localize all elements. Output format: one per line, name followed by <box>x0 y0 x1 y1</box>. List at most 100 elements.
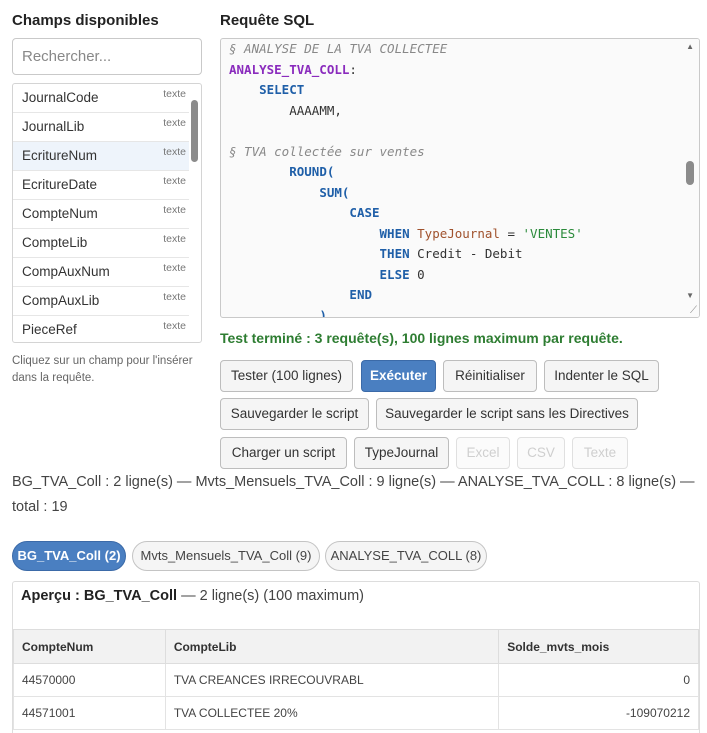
code-token: 'VENTES' <box>522 225 583 241</box>
field-name: CompteLib <box>22 235 88 250</box>
code-token: § ANALYSE DE LA TVA COLLECTEE <box>229 41 448 56</box>
code-line: § TVA collectée sur ventes <box>229 142 583 163</box>
table-header-row: CompteNum CompteLib Solde_mvts_mois <box>13 629 699 664</box>
code-token: ELSE <box>379 266 410 282</box>
code-line: AAAAMM, <box>229 101 583 122</box>
sql-code[interactable]: § ANALYSE DE LA TVA COLLECTEE ANALYSE_TVA… <box>229 39 583 318</box>
field-name: CompAuxLib <box>22 293 100 308</box>
preview-count: — 2 ligne(s) (100 maximum) <box>177 588 364 604</box>
scroll-down-icon[interactable]: ▼ <box>686 291 694 300</box>
status-message: Test terminé : 3 requête(s), 100 lignes … <box>220 330 623 346</box>
field-item[interactable]: PieceRef texte <box>13 316 189 342</box>
save-script-no-directives-button[interactable]: Sauvegarder le script sans les Directive… <box>376 398 638 430</box>
field-type: texte <box>163 291 186 303</box>
result-tab-analyse-tva-coll[interactable]: ANALYSE_TVA_COLL (8) <box>325 541 487 571</box>
save-script-button[interactable]: Sauvegarder le script <box>220 398 369 430</box>
export-text-button[interactable]: Texte <box>572 437 628 469</box>
field-type: texte <box>163 233 186 245</box>
code-token: : <box>349 61 357 77</box>
code-token: Credit - Debit <box>409 246 523 261</box>
execute-button[interactable]: Exécuter <box>361 360 436 392</box>
code-line: ROUND( <box>229 162 583 183</box>
field-type: texte <box>163 204 186 216</box>
reset-button[interactable]: Réinitialiser <box>443 360 537 392</box>
field-name: JournalLib <box>22 119 85 134</box>
code-token: ANALYSE_TVA_COLL <box>229 61 350 77</box>
table-cell: 44570000 <box>13 663 166 697</box>
editor-scrollbar[interactable]: ▲ ▼ <box>681 39 699 317</box>
table-cell: TVA COLLECTEE 20% <box>164 696 500 730</box>
field-name: PieceRef <box>22 322 77 337</box>
preview-panel: Aperçu : BG_TVA_Coll — 2 ligne(s) (100 m… <box>12 581 700 733</box>
field-type: texte <box>163 262 186 274</box>
code-token: SELECT <box>259 82 305 97</box>
test-button[interactable]: Tester (100 lignes) <box>220 360 353 392</box>
column-header[interactable]: Solde_mvts_mois <box>498 629 699 664</box>
table-cell: -109070212 <box>498 696 699 730</box>
code-line: CASE <box>229 203 583 224</box>
code-token: TypeJournal <box>417 225 500 241</box>
preview-prefix: Aperçu : <box>21 588 84 604</box>
resize-handle-icon[interactable]: ⟋ <box>690 305 697 316</box>
indent-sql-button[interactable]: Indenter le SQL <box>544 360 659 392</box>
code-line: § ANALYSE DE LA TVA COLLECTEE <box>229 39 583 60</box>
results-summary: BG_TVA_Coll : 2 ligne(s) — Mvts_Mensuels… <box>12 474 695 515</box>
fields-list: JournalCode texte JournalLib texte Ecritur… <box>12 83 202 343</box>
table-cell: 0 <box>498 663 699 697</box>
field-name: CompteNum <box>22 206 98 221</box>
typejournal-button[interactable]: TypeJournal <box>354 437 449 469</box>
field-name: EcritureNum <box>22 148 98 163</box>
code-line: ANALYSE_TVA_COLL: <box>229 60 583 81</box>
code-token: WHEN <box>379 225 410 241</box>
preview-table: CompteNum CompteLib Solde_mvts_mois 4457… <box>13 629 699 730</box>
code-token: § TVA collectée sur ventes <box>229 143 425 159</box>
table-cell: 44571001 <box>13 696 166 730</box>
code-line: WHEN TypeJournal = 'VENTES' <box>229 224 583 245</box>
code-token: ROUND( <box>289 164 335 179</box>
code-token: SUM( <box>319 184 350 200</box>
field-name: CompAuxNum <box>22 264 110 279</box>
field-name: JournalCode <box>22 90 99 105</box>
code-token: ), <box>319 307 335 318</box>
code-line: THEN Credit - Debit <box>229 244 583 265</box>
field-type: texte <box>163 117 186 129</box>
export-excel-button[interactable]: Excel <box>456 437 510 469</box>
fields-hint: Cliquez sur un champ pour l'insérer dans… <box>12 355 193 384</box>
result-tab-bg-tva-coll[interactable]: BG_TVA_Coll (2) <box>12 541 126 571</box>
fields-scrollbar[interactable] <box>191 100 198 162</box>
load-script-button[interactable]: Charger un script <box>220 437 347 469</box>
field-type: texte <box>163 175 186 187</box>
fields-panel-title: Champs disponibles <box>12 12 159 29</box>
field-type: texte <box>163 88 186 100</box>
code-token: CASE <box>349 205 380 220</box>
sql-editor[interactable]: § ANALYSE DE LA TVA COLLECTEE ANALYSE_TVA… <box>220 38 700 318</box>
preview-title: Aperçu : BG_TVA_Coll — 2 ligne(s) (100 m… <box>21 588 364 604</box>
result-tab-mvts-mensuels[interactable]: Mvts_Mensuels_TVA_Coll (9) <box>132 541 320 571</box>
editor-scroll-thumb[interactable] <box>686 161 694 185</box>
code-token: THEN <box>379 246 410 261</box>
code-token: AAAAMM, <box>289 102 342 118</box>
code-line: ), <box>229 306 583 318</box>
column-header[interactable]: CompteNum <box>13 629 166 664</box>
export-csv-button[interactable]: CSV <box>517 437 565 469</box>
code-token: END <box>349 287 372 302</box>
scroll-up-icon[interactable]: ▲ <box>686 42 694 51</box>
column-header[interactable]: CompteLib <box>164 629 500 664</box>
code-line: SELECT <box>229 80 583 101</box>
code-token: = <box>499 225 523 241</box>
search-input[interactable] <box>12 38 202 75</box>
code-token: 0 <box>409 266 425 282</box>
code-line: SUM( <box>229 183 583 204</box>
field-type: texte <box>163 320 186 332</box>
editor-title: Requête SQL <box>220 12 315 29</box>
